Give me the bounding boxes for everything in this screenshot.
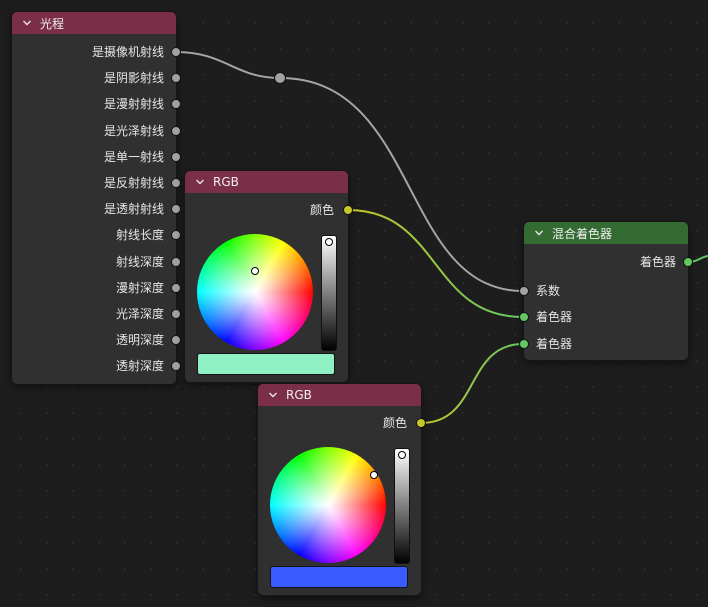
rgb-node-1-title: RGB (213, 175, 239, 189)
value-slider-handle[interactable] (325, 238, 333, 246)
link-rgb1-to-shader[interactable] (347, 209, 524, 318)
color-wheel-picker[interactable] (251, 267, 259, 275)
light-path-output-label: 是单一射线 (103, 149, 164, 164)
mix-shader-input-factor: 系数 (536, 284, 561, 298)
color-wheel[interactable] (197, 234, 313, 350)
light-path-output-socket[interactable] (171, 309, 181, 319)
rgb-node-2-color-socket[interactable] (416, 418, 426, 428)
light-path-output-label: 是漫射射线 (103, 97, 164, 112)
light-path-output-label: 是阴影射线 (103, 71, 164, 86)
value-slider-handle[interactable] (398, 451, 406, 459)
mix-shader-factor-socket[interactable] (519, 286, 529, 296)
value-slider[interactable] (394, 448, 410, 564)
mix-shader-node[interactable]: 混合着色器 着色器 系数 着色器 着色器 (519, 222, 693, 360)
light-path-output-socket[interactable] (171, 282, 181, 293)
mix-shader-node-header[interactable]: 混合着色器 (524, 222, 688, 244)
light-path-output-socket[interactable] (171, 256, 181, 267)
mix-shader-input-shader-2: 着色器 (536, 337, 573, 351)
light-path-output-label: 光泽深度 (115, 307, 164, 321)
chevron-down-icon[interactable] (532, 226, 546, 240)
light-path-output-label: 是光泽射线 (103, 123, 164, 138)
light-path-output-label: 是摄像机射线 (91, 45, 164, 59)
chevron-down-icon[interactable] (193, 175, 207, 189)
color-swatch[interactable] (197, 353, 335, 375)
link-rgb2-to-shader[interactable] (420, 343, 524, 424)
mix-shader-shader1-socket[interactable] (519, 312, 529, 322)
light-path-node-header[interactable]: 光程 (12, 12, 176, 34)
light-path-output-socket[interactable] (171, 178, 181, 188)
light-path-output-label: 透射深度 (115, 359, 164, 374)
reroute-dot[interactable] (274, 72, 286, 84)
mix-shader-node-title: 混合着色器 (552, 226, 613, 241)
rgb-node-2[interactable]: RGB 颜色 (258, 384, 426, 595)
value-slider[interactable] (321, 235, 337, 351)
light-path-node-title: 光程 (40, 16, 65, 31)
light-path-output-label: 是反射射线 (103, 176, 164, 190)
light-path-node[interactable]: 光程 是摄像机射线是阴影射线是漫射射线是光泽射线是单一射线是反射射线是透射射线射… (12, 12, 181, 384)
color-wheel-picker[interactable] (370, 471, 378, 479)
light-path-output-socket[interactable] (171, 47, 181, 57)
light-path-output-label: 射线长度 (115, 228, 164, 243)
mix-shader-input-shader-1: 着色器 (536, 310, 573, 324)
rgb-node-2-output-label: 颜色 (382, 416, 407, 430)
light-path-output-label: 射线深度 (115, 254, 164, 269)
chevron-down-icon[interactable] (266, 388, 280, 402)
chevron-down-icon[interactable] (20, 16, 34, 30)
light-path-output-socket[interactable] (171, 125, 181, 136)
light-path-output-label: 透明深度 (115, 333, 164, 348)
rgb-node-1[interactable]: RGB 颜色 (185, 171, 353, 382)
light-path-output-label: 是透射射线 (103, 202, 164, 217)
color-swatch[interactable] (270, 566, 408, 588)
mix-shader-output-socket[interactable] (683, 257, 693, 267)
light-path-output-label: 漫射深度 (115, 280, 164, 295)
color-wheel[interactable] (270, 447, 386, 563)
rgb-node-2-title: RGB (286, 388, 312, 402)
rgb-node-2-header[interactable]: RGB (258, 384, 421, 406)
link-camera-to-reroute[interactable] (175, 51, 281, 79)
mix-shader-output-label: 着色器 (639, 255, 676, 269)
rgb-node-1-header[interactable]: RGB (185, 171, 348, 193)
mix-shader-shader2-socket[interactable] (519, 339, 529, 349)
light-path-output-socket[interactable] (171, 151, 181, 162)
rgb-node-1-output-label: 颜色 (309, 203, 334, 217)
rgb-node-1-color-socket[interactable] (343, 205, 353, 215)
